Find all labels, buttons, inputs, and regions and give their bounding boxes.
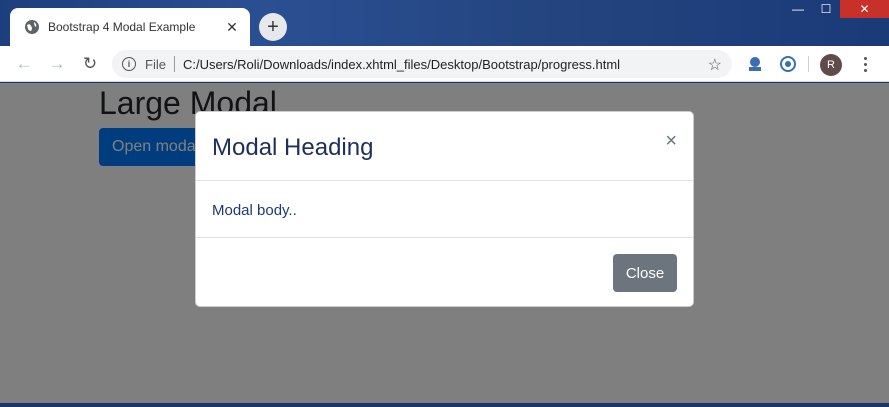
extension-icon[interactable] bbox=[745, 55, 765, 73]
profile-avatar[interactable]: R bbox=[820, 54, 842, 76]
globe-icon bbox=[25, 20, 39, 34]
forward-button[interactable]: → bbox=[45, 52, 69, 76]
close-button[interactable]: Close bbox=[613, 254, 677, 292]
modal-body-text: Modal body.. bbox=[212, 202, 297, 219]
bookmark-star-icon[interactable]: ☆ bbox=[708, 55, 722, 75]
modal-close-icon[interactable]: × bbox=[665, 130, 677, 153]
close-window-button[interactable]: ✕ bbox=[840, 0, 889, 18]
browser-titlebar: Bootstrap 4 Modal Example ✕ + — ☐ ✕ bbox=[0, 0, 889, 46]
desktop-strip bbox=[0, 403, 889, 407]
back-button[interactable]: ← bbox=[12, 52, 36, 76]
modal-title: Modal Heading bbox=[212, 134, 374, 161]
tab-close-icon[interactable]: ✕ bbox=[224, 19, 240, 36]
toolbar-divider bbox=[808, 56, 809, 72]
modal-footer: Close bbox=[196, 237, 693, 307]
url-scheme-label: File bbox=[145, 56, 166, 72]
extension-gear-icon[interactable] bbox=[778, 55, 798, 73]
address-bar[interactable]: i File C:/Users/Roli/Downloads/index.xht… bbox=[112, 50, 732, 78]
modal-dialog: Modal Heading × Modal body.. Close bbox=[195, 111, 694, 307]
maximize-window-button[interactable]: ☐ bbox=[812, 0, 840, 18]
menu-kebab-icon[interactable] bbox=[858, 53, 872, 75]
address-divider bbox=[173, 56, 175, 72]
reload-button[interactable]: ↻ bbox=[78, 52, 102, 76]
modal-header: Modal Heading × bbox=[196, 112, 693, 181]
url-text[interactable]: C:/Users/Roli/Downloads/index.xhtml_file… bbox=[183, 57, 620, 72]
tab-title: Bootstrap 4 Modal Example bbox=[48, 20, 196, 34]
info-icon[interactable]: i bbox=[122, 57, 136, 71]
minimize-window-button[interactable]: — bbox=[784, 0, 812, 18]
browser-toolbar: ← → ↻ i File C:/Users/Roli/Downloads/ind… bbox=[0, 46, 889, 82]
page-viewport: Large Modal Open modal Modal Heading × M… bbox=[0, 83, 889, 407]
browser-tab[interactable]: Bootstrap 4 Modal Example ✕ bbox=[10, 8, 250, 46]
new-tab-button[interactable]: + bbox=[259, 13, 287, 41]
